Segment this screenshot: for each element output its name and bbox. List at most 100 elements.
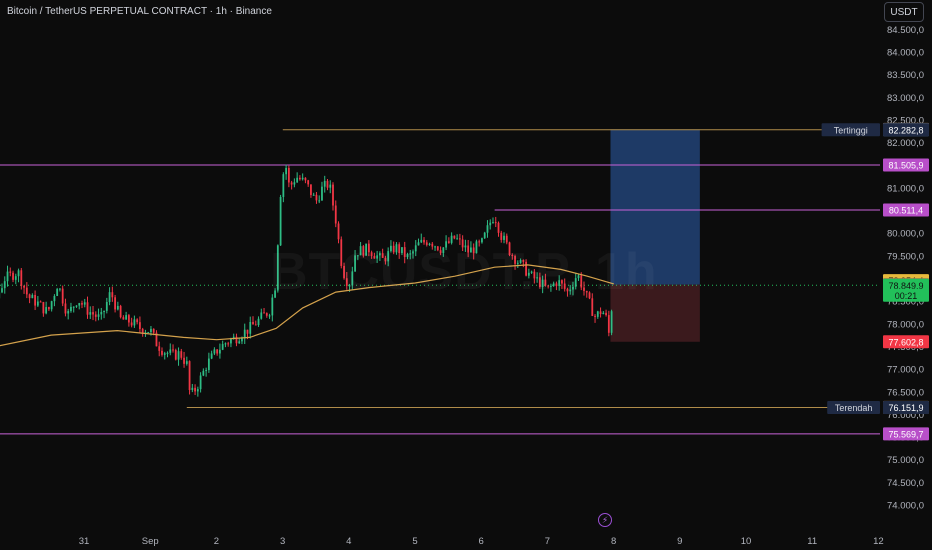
candle[interactable]	[561, 280, 563, 284]
candle[interactable]	[50, 301, 53, 310]
candle[interactable]	[196, 389, 199, 392]
position-loss-zone[interactable]	[610, 284, 700, 342]
candle[interactable]	[362, 246, 365, 256]
candle[interactable]	[354, 255, 356, 272]
candle[interactable]	[224, 343, 227, 345]
candle[interactable]	[307, 180, 310, 185]
candle[interactable]	[552, 283, 555, 286]
candle[interactable]	[287, 167, 290, 183]
candle[interactable]	[321, 186, 323, 201]
candle[interactable]	[238, 341, 241, 344]
candle[interactable]	[125, 315, 128, 320]
lightning-icon[interactable]: ⚡	[598, 513, 612, 527]
candle[interactable]	[536, 277, 539, 279]
candle[interactable]	[533, 271, 536, 279]
candle[interactable]	[241, 338, 243, 342]
candle[interactable]	[583, 287, 585, 291]
candle[interactable]	[227, 343, 230, 345]
candle[interactable]	[103, 310, 105, 312]
candle[interactable]	[445, 241, 447, 248]
candle[interactable]	[205, 370, 208, 372]
candle[interactable]	[183, 357, 185, 364]
candle[interactable]	[401, 247, 403, 254]
candle[interactable]	[252, 321, 254, 325]
candle[interactable]	[194, 387, 196, 392]
candle[interactable]	[34, 294, 37, 306]
candle[interactable]	[293, 182, 296, 185]
candle[interactable]	[169, 349, 172, 353]
candle[interactable]	[17, 270, 20, 277]
candle[interactable]	[116, 305, 119, 310]
candle[interactable]	[268, 315, 271, 317]
candle[interactable]	[310, 184, 312, 195]
candle[interactable]	[177, 351, 180, 360]
candle[interactable]	[447, 241, 450, 243]
candle[interactable]	[395, 244, 398, 253]
candle[interactable]	[150, 328, 152, 333]
candle[interactable]	[6, 271, 9, 282]
candle[interactable]	[53, 296, 56, 302]
candle[interactable]	[337, 223, 340, 240]
candle[interactable]	[78, 303, 81, 306]
candle[interactable]	[503, 235, 505, 240]
candle[interactable]	[500, 232, 503, 240]
candle[interactable]	[265, 313, 268, 316]
candle[interactable]	[425, 242, 428, 245]
price-chart[interactable]: 74.000,074.500,075.000,075.500,076.000,0…	[0, 0, 932, 550]
candle[interactable]	[75, 305, 78, 307]
candle[interactable]	[12, 272, 14, 280]
candle[interactable]	[39, 301, 42, 303]
candle[interactable]	[318, 200, 321, 202]
candle[interactable]	[373, 255, 376, 259]
candle[interactable]	[591, 298, 594, 316]
candle[interactable]	[315, 194, 318, 201]
candle[interactable]	[511, 254, 514, 257]
candle[interactable]	[588, 292, 591, 299]
candle[interactable]	[456, 238, 459, 240]
candle[interactable]	[387, 251, 390, 262]
candle[interactable]	[249, 321, 252, 334]
candle[interactable]	[566, 288, 569, 292]
candle[interactable]	[105, 302, 108, 311]
candle[interactable]	[263, 312, 265, 314]
candle[interactable]	[180, 351, 183, 358]
candle[interactable]	[527, 272, 530, 276]
candle[interactable]	[282, 174, 285, 197]
candle[interactable]	[596, 311, 599, 317]
currency-button[interactable]: USDT	[884, 2, 924, 22]
candle[interactable]	[274, 290, 276, 298]
candle[interactable]	[285, 167, 288, 175]
candle[interactable]	[122, 317, 125, 320]
candle[interactable]	[381, 253, 384, 258]
candle[interactable]	[14, 276, 17, 280]
candle[interactable]	[486, 225, 489, 233]
candle[interactable]	[461, 239, 464, 248]
candle[interactable]	[185, 361, 188, 364]
candle[interactable]	[550, 285, 552, 287]
candle[interactable]	[3, 281, 6, 289]
candle[interactable]	[345, 278, 348, 286]
candle[interactable]	[492, 222, 494, 224]
candle[interactable]	[569, 289, 572, 292]
candle[interactable]	[403, 247, 406, 257]
candle[interactable]	[136, 319, 139, 323]
candle[interactable]	[398, 244, 401, 254]
candle[interactable]	[97, 314, 100, 317]
candle[interactable]	[417, 242, 420, 246]
candle[interactable]	[572, 286, 574, 290]
candle[interactable]	[158, 346, 161, 351]
candle[interactable]	[470, 247, 472, 253]
candle[interactable]	[61, 288, 64, 304]
candle[interactable]	[351, 271, 354, 286]
candle[interactable]	[119, 305, 122, 318]
candle[interactable]	[464, 245, 467, 248]
candle[interactable]	[221, 344, 224, 350]
candle[interactable]	[174, 350, 177, 360]
candle[interactable]	[541, 279, 544, 288]
candle[interactable]	[343, 265, 345, 279]
candle[interactable]	[219, 349, 221, 354]
candle[interactable]	[276, 245, 279, 291]
candle[interactable]	[213, 349, 216, 354]
candle[interactable]	[202, 370, 205, 376]
candle[interactable]	[191, 387, 194, 390]
